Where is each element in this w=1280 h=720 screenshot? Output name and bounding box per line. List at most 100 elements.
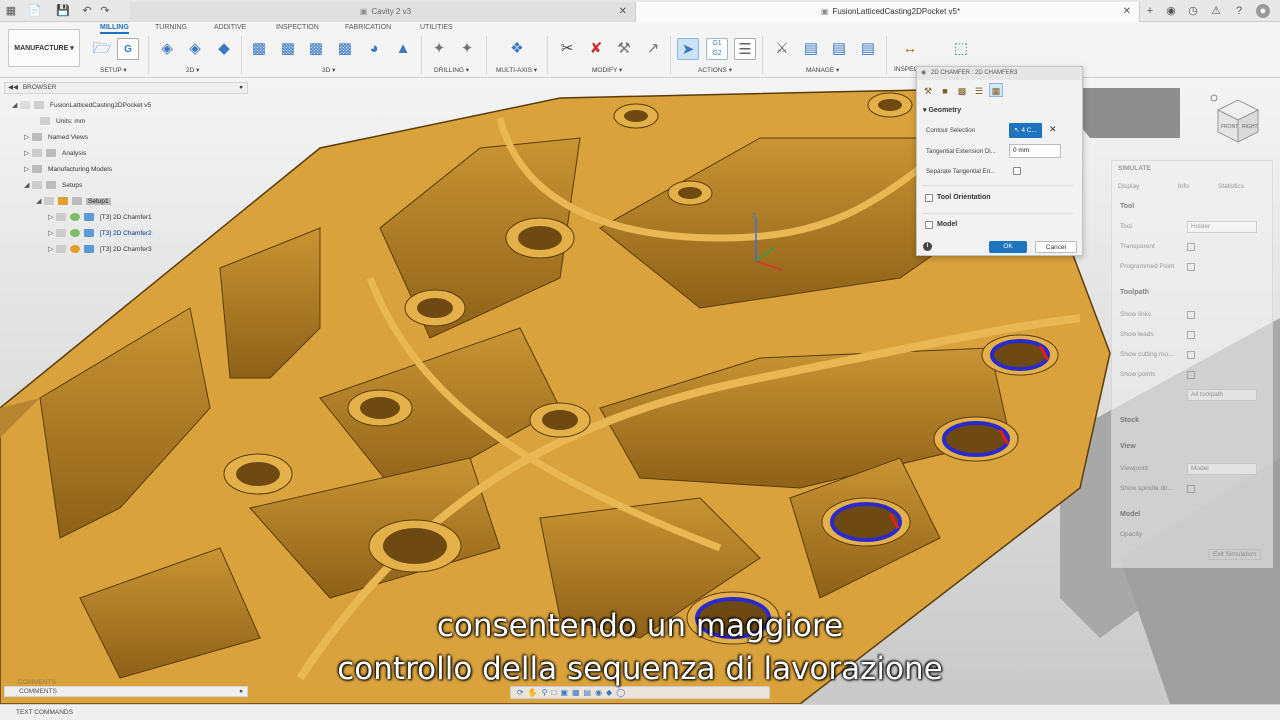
- tool-tab-icon[interactable]: ⚒: [921, 84, 935, 98]
- group-label-setup[interactable]: SETUP ▾: [100, 66, 127, 74]
- tangential-extension-input[interactable]: 0 mm: [1009, 144, 1061, 158]
- steep-shallow-button[interactable]: ▩: [305, 38, 327, 60]
- document-tab-active[interactable]: ▣ FusionLatticedCasting2DPocket v5* ✕: [635, 2, 1140, 22]
- tree-item-document[interactable]: ◢ FusionLatticedCasting2DPocket v5: [12, 100, 153, 112]
- tree-item-setups[interactable]: ◢ Setups: [24, 180, 84, 192]
- geometry-tab-icon[interactable]: ▩: [955, 84, 969, 98]
- contour-button[interactable]: ▩: [334, 38, 356, 60]
- expand-icon[interactable]: ◢: [24, 180, 32, 192]
- eye-icon[interactable]: [44, 197, 54, 206]
- tree-item-named-views[interactable]: ▷ Named Views: [24, 132, 90, 144]
- sim-show-links-checkbox[interactable]: [1187, 311, 1195, 319]
- pin-icon[interactable]: ●: [239, 687, 243, 696]
- nc-program-button[interactable]: G: [117, 38, 139, 60]
- expand-icon[interactable]: ▷: [24, 164, 32, 176]
- cancel-button[interactable]: Cancel: [1035, 241, 1077, 253]
- tree-item-analysis[interactable]: ▷ Analysis: [24, 148, 88, 160]
- visibility-icon[interactable]: ◯: [616, 688, 629, 697]
- tab-fabrication[interactable]: FABRICATION: [345, 24, 391, 31]
- heights-tab-icon[interactable]: ☰: [972, 84, 986, 98]
- selected-contour[interactable]: [981, 334, 1059, 376]
- sim-show-points-checkbox[interactable]: [1187, 371, 1195, 379]
- template-library-button[interactable]: ▤: [800, 38, 822, 60]
- orbit-icon[interactable]: ⟳: [517, 688, 528, 697]
- setup-sheet-button[interactable]: ☰: [734, 38, 756, 60]
- contour-selection-button[interactable]: ↖ 4 C...: [1009, 123, 1042, 138]
- eye-icon[interactable]: [20, 101, 30, 110]
- expand-icon[interactable]: ▷: [24, 148, 32, 160]
- sim-mode-select[interactable]: All toolpath: [1187, 389, 1257, 401]
- passes-tab-icon[interactable]: ▦: [989, 83, 1003, 97]
- section-icon[interactable]: ◆: [606, 688, 616, 697]
- tab-turning[interactable]: TURNING: [155, 24, 187, 31]
- pocket-clearing-button[interactable]: ▩: [277, 38, 299, 60]
- measure-button[interactable]: ↔: [899, 38, 921, 60]
- eye-icon[interactable]: [32, 181, 42, 190]
- tree-item-chamfer2[interactable]: ▷ [T3] 2D Chamfer2: [48, 228, 154, 240]
- 2d-adaptive-button[interactable]: ◈: [156, 38, 178, 60]
- close-tab-icon[interactable]: ✕: [1123, 2, 1131, 22]
- eye-icon[interactable]: [32, 149, 42, 158]
- expand-icon[interactable]: ◢: [12, 100, 20, 112]
- model-checkbox[interactable]: [925, 221, 933, 229]
- sim-show-cutting-checkbox[interactable]: [1187, 351, 1195, 359]
- 3d-adaptive-button[interactable]: ▩: [248, 38, 270, 60]
- multi-axis-button[interactable]: ❖: [506, 38, 528, 60]
- undo-icon[interactable]: ↶: [80, 4, 94, 18]
- sim-transparent-checkbox[interactable]: [1187, 243, 1195, 251]
- dialog-title-bar[interactable]: ◉ 2D CHAMFER : 2D CHAMFER3: [917, 67, 1082, 80]
- expand-icon[interactable]: ◢: [36, 196, 44, 208]
- sim-tool-select[interactable]: Holder: [1187, 221, 1257, 233]
- display-settings-icon[interactable]: ▣: [560, 688, 572, 697]
- help-icon[interactable]: ?: [1232, 4, 1246, 18]
- sim-section-model[interactable]: Model: [1120, 511, 1140, 518]
- zoom-icon[interactable]: ⚲: [542, 688, 552, 697]
- avatar[interactable]: ●: [1256, 4, 1270, 18]
- notifications-icon[interactable]: ⚠: [1209, 4, 1223, 18]
- tab-additive[interactable]: ADDITIVE: [214, 24, 246, 31]
- expand-icon[interactable]: ▷: [48, 228, 56, 240]
- grid-icon[interactable]: ▦: [572, 688, 584, 697]
- group-label-actions[interactable]: ACTIONS ▾: [698, 66, 732, 74]
- redo-icon[interactable]: ↷: [98, 4, 112, 18]
- sim-show-leads-checkbox[interactable]: [1187, 331, 1195, 339]
- camera-icon[interactable]: ◉: [595, 688, 606, 697]
- post-button[interactable]: ↗: [642, 38, 664, 60]
- separate-tangential-checkbox[interactable]: [1013, 167, 1021, 175]
- sim-programmed-point-checkbox[interactable]: [1187, 263, 1195, 271]
- sim-viewpoint-select[interactable]: Model: [1187, 463, 1257, 475]
- collapse-icon[interactable]: ◀◀: [8, 84, 18, 91]
- cut-button[interactable]: ✂: [556, 38, 578, 60]
- eye-icon[interactable]: [56, 245, 66, 254]
- document-tab-cavity[interactable]: ▣ Cavity 2 v3 ✕: [130, 2, 635, 22]
- tab-inspection[interactable]: INSPECTION: [276, 24, 319, 31]
- group-label-manage[interactable]: MANAGE ▾: [806, 66, 839, 74]
- navigation-bar[interactable]: ⟳✋⚲□▣▦▤◉◆◯: [510, 686, 770, 699]
- tab-utilities[interactable]: UTILITIES: [420, 24, 453, 31]
- tool-library-manage-button[interactable]: ⚔: [771, 38, 793, 60]
- 2d-pocket-button[interactable]: ◈: [184, 38, 206, 60]
- tree-item-manufacturing-models[interactable]: ▷ Manufacturing Models: [24, 164, 114, 176]
- tree-item-setup1[interactable]: ◢ Setup1: [36, 196, 111, 208]
- post-library-button[interactable]: ▤: [828, 38, 850, 60]
- expand-icon[interactable]: ▷: [48, 212, 56, 224]
- tree-item-chamfer1[interactable]: ▷ [T3] 2D Chamfer1: [48, 212, 154, 224]
- job-status-icon[interactable]: ◷: [1186, 4, 1200, 18]
- sim-tab-info[interactable]: Info: [1178, 183, 1189, 190]
- app-grid-icon[interactable]: ▦: [4, 4, 18, 18]
- hole-recognition-button[interactable]: ✦: [456, 38, 478, 60]
- shape-tab-icon[interactable]: ■: [938, 84, 952, 98]
- tool-library-button[interactable]: ⚒: [613, 38, 635, 60]
- view-cube[interactable]: FRONT RIGHT: [1208, 92, 1264, 148]
- tab-milling[interactable]: MILLING: [100, 24, 129, 34]
- sim-section-view[interactable]: View: [1120, 443, 1136, 450]
- selected-contour[interactable]: [821, 497, 911, 547]
- eye-icon[interactable]: [56, 229, 66, 238]
- ok-button[interactable]: OK: [989, 241, 1027, 253]
- scallop-button[interactable]: ◕: [363, 38, 385, 60]
- simulate-button[interactable]: ➤: [677, 38, 699, 60]
- expand-icon[interactable]: ▷: [24, 132, 32, 144]
- group-label-3d[interactable]: 3D ▾: [322, 66, 335, 74]
- drill-button[interactable]: ✦: [428, 38, 450, 60]
- sim-show-spindle-checkbox[interactable]: [1187, 485, 1195, 493]
